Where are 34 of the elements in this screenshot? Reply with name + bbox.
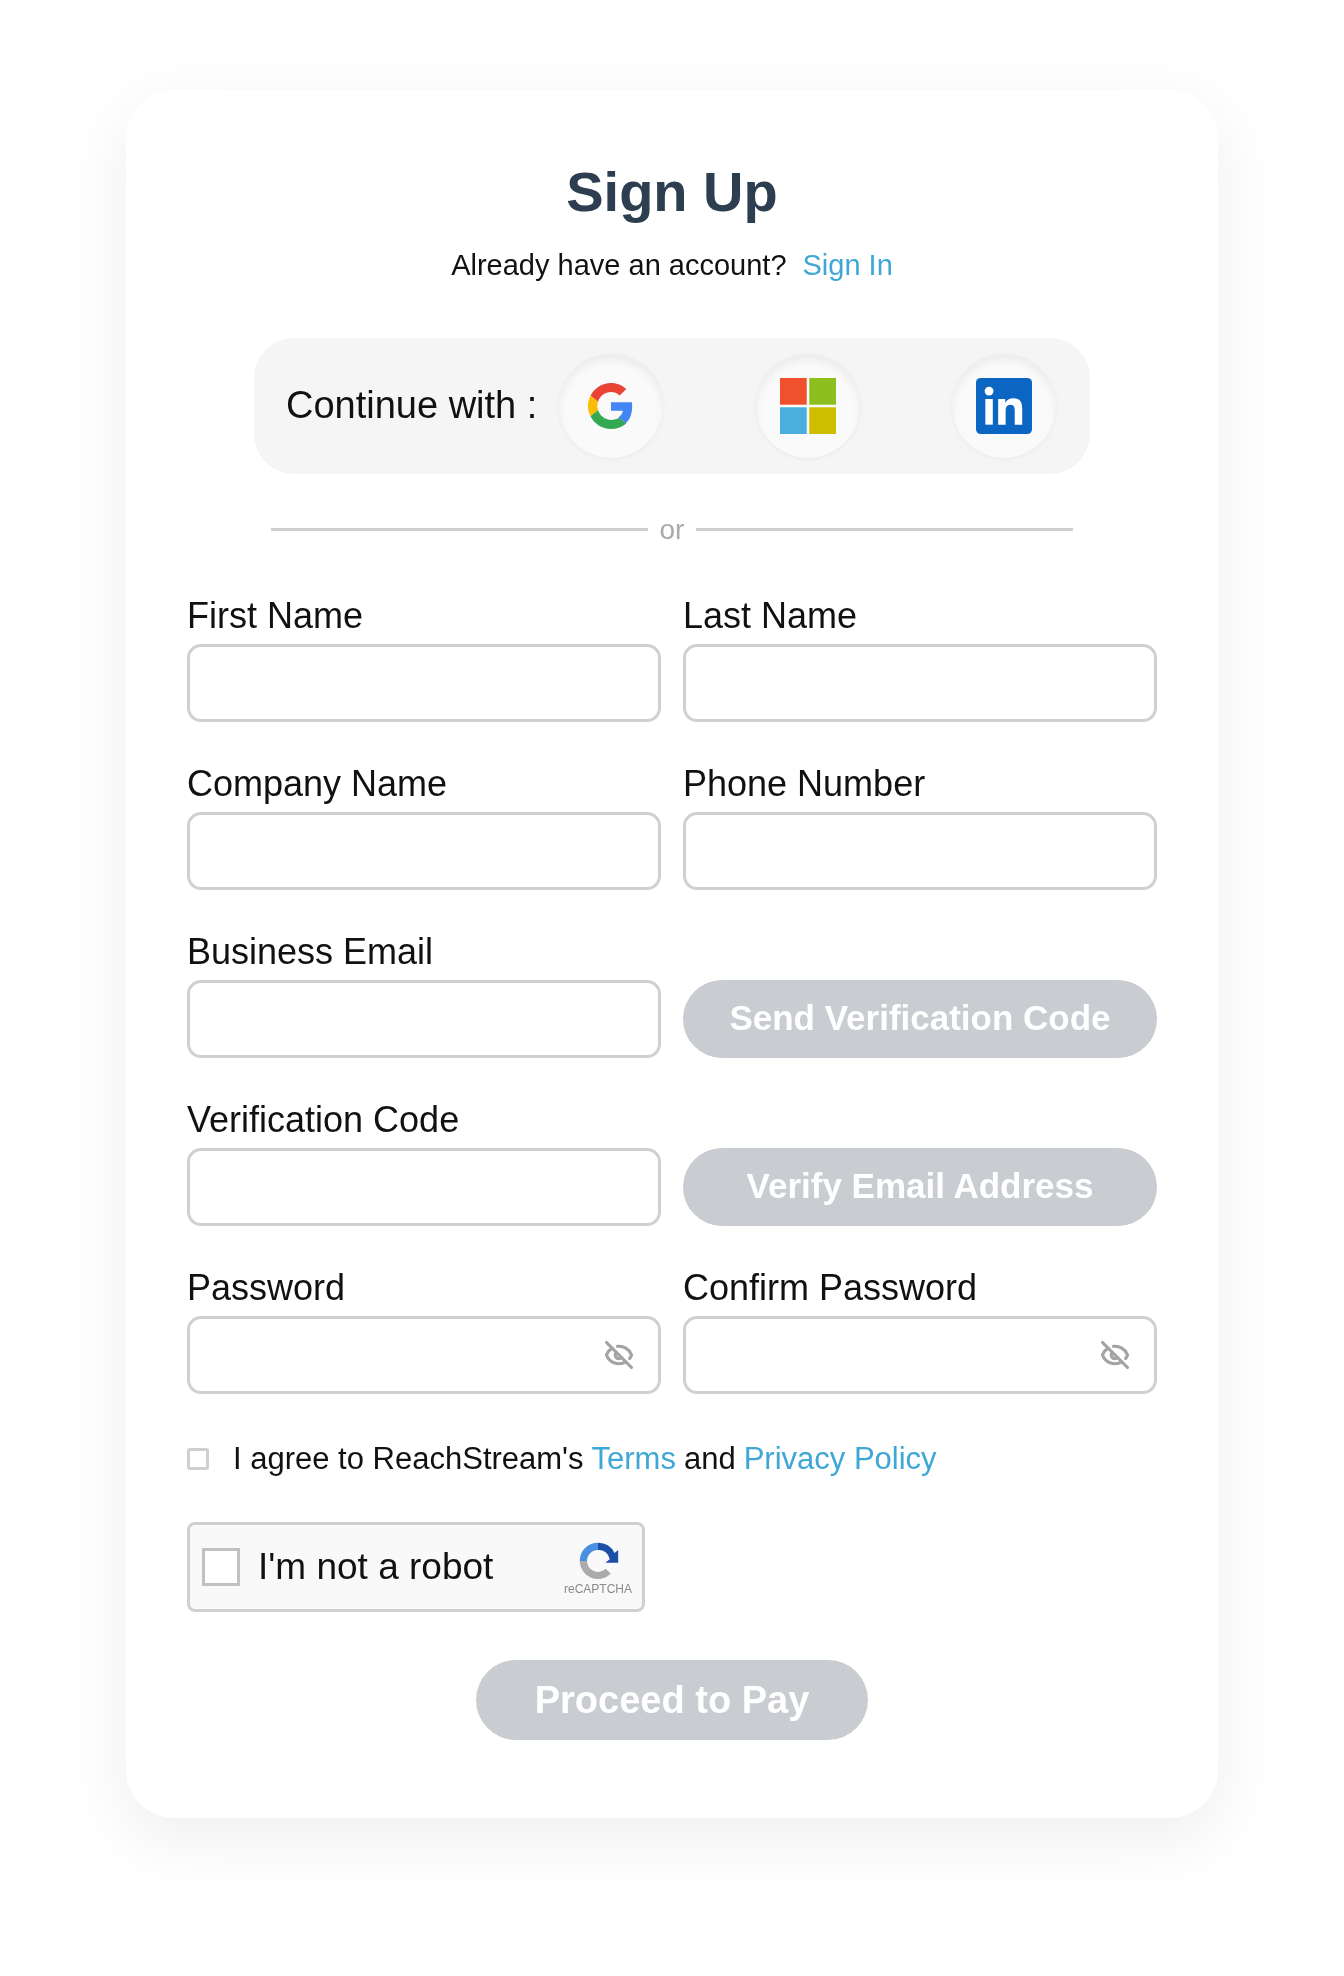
signin-prompt: Already have an account? bbox=[451, 248, 787, 283]
field-label: Confirm Password bbox=[683, 1265, 979, 1310]
input-field[interactable] bbox=[683, 811, 1157, 890]
input-field[interactable] bbox=[187, 1147, 661, 1226]
input-field[interactable] bbox=[187, 643, 661, 722]
input-field[interactable] bbox=[683, 643, 1157, 722]
input-field[interactable] bbox=[187, 811, 661, 890]
divider-text: or bbox=[659, 515, 685, 544]
sign-in-link[interactable]: Sign In bbox=[802, 244, 893, 288]
field-label: Password bbox=[187, 1265, 347, 1310]
terms-link[interactable]: Terms bbox=[591, 1435, 676, 1482]
google-logo-icon bbox=[588, 382, 635, 429]
privacy-policy-link[interactable]: Privacy Policy bbox=[743, 1435, 937, 1482]
input-field[interactable] bbox=[683, 1315, 1157, 1394]
field-label: Business Email bbox=[187, 929, 435, 974]
linkedin-logo-icon bbox=[976, 377, 1032, 434]
continue-with-label: Continue with : bbox=[286, 383, 538, 428]
input-field[interactable] bbox=[187, 1315, 661, 1394]
field-label: Verification Code bbox=[187, 1097, 461, 1142]
input-field[interactable] bbox=[187, 979, 661, 1058]
agreement-text: I agree to ReachStream's bbox=[233, 1439, 584, 1478]
recaptcha-brand: reCAPTCHA bbox=[564, 1583, 632, 1595]
agree-checkbox[interactable] bbox=[187, 1447, 209, 1470]
microsoft-logo-icon bbox=[779, 377, 836, 434]
captcha-checkbox[interactable] bbox=[202, 1548, 240, 1586]
field-label: Last Name bbox=[683, 593, 859, 638]
captcha-label: I'm not a robot bbox=[258, 1545, 495, 1590]
page-title: Sign Up bbox=[565, 159, 779, 225]
hide-password-icon[interactable] bbox=[1100, 1339, 1130, 1370]
field-label: Phone Number bbox=[683, 761, 927, 806]
hide-password-icon[interactable] bbox=[604, 1339, 634, 1370]
field-label: First Name bbox=[187, 593, 364, 638]
agreement-text: and bbox=[683, 1439, 736, 1478]
field-label: Company Name bbox=[187, 761, 449, 806]
